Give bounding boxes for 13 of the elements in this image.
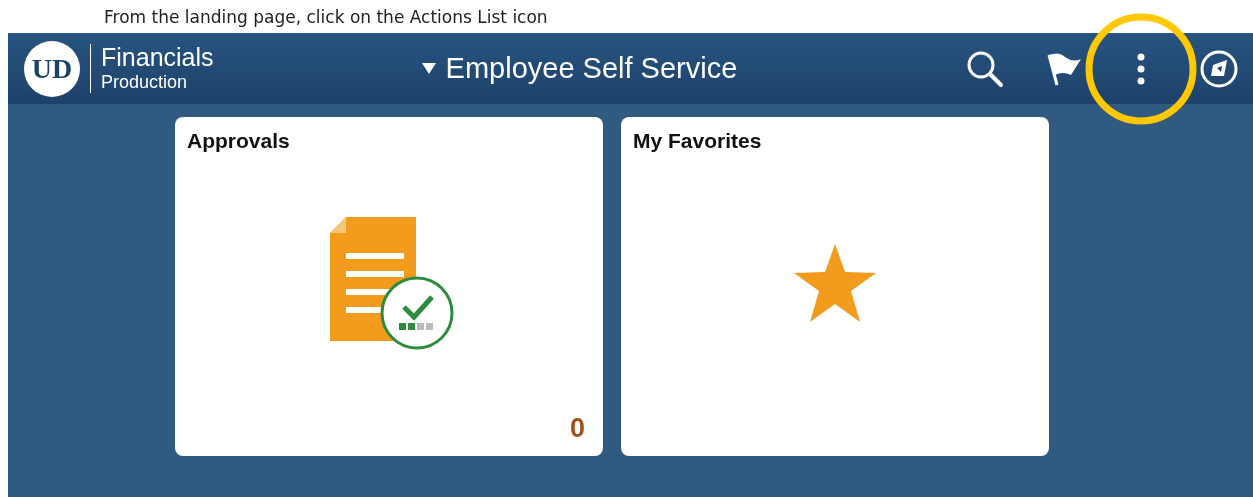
tile-card[interactable]: My Favorites <box>621 117 1049 456</box>
homepage-selector[interactable]: Employee Self Service <box>421 52 738 85</box>
compass-icon[interactable] <box>1199 48 1239 89</box>
environment-label: Production <box>101 71 189 93</box>
instruction-text: From the landing page, click on the Actions List icon <box>103 5 549 29</box>
star-icon <box>794 244 876 322</box>
app-name: Financials <box>101 44 214 71</box>
tile-title: My Favorites <box>633 129 763 153</box>
university-logo[interactable]: UD <box>24 40 80 97</box>
tile-count: 0 <box>569 413 585 444</box>
tile-title: Approvals <box>187 129 291 153</box>
caret-icon <box>421 63 436 74</box>
tile-card[interactable]: Approvals 0 <box>175 117 603 456</box>
